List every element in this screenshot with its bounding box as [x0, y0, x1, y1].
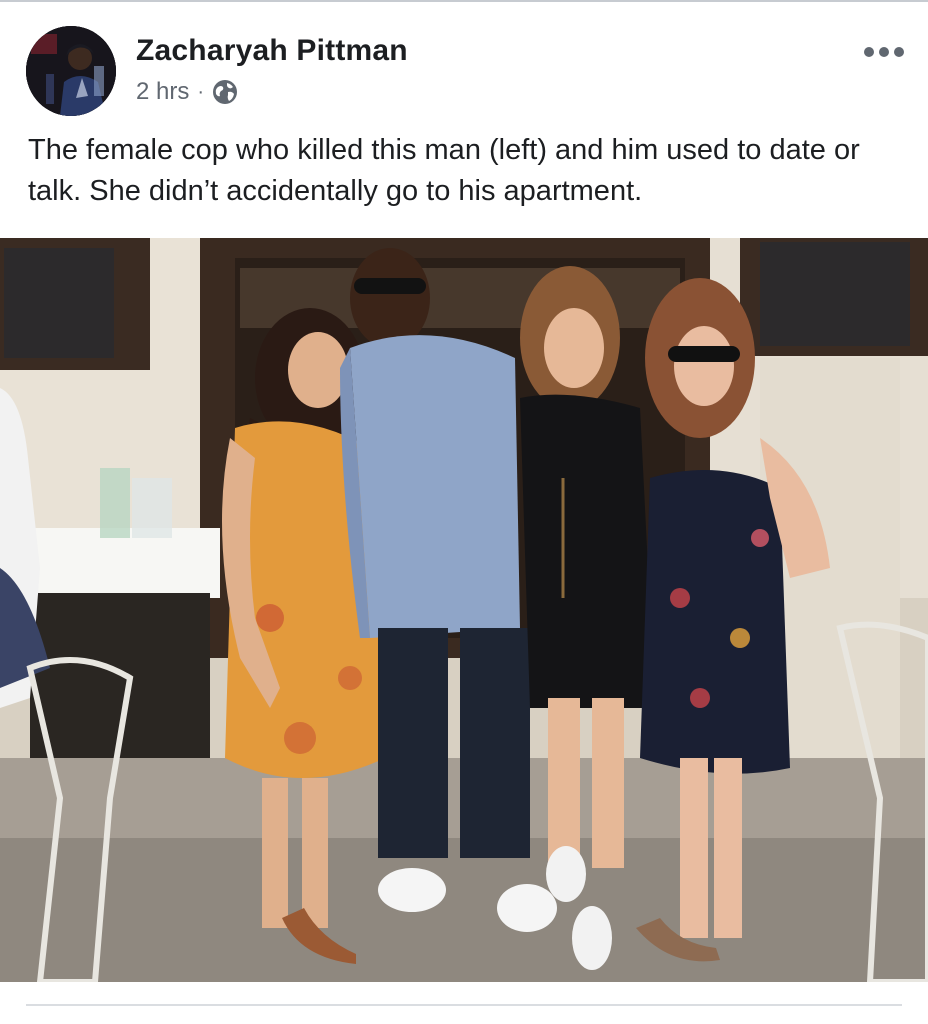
- more-dot: [894, 47, 904, 57]
- post-meta: 2 hrs ·: [136, 76, 238, 108]
- author-name[interactable]: Zacharyah Pittman: [136, 34, 408, 68]
- post-time[interactable]: 2 hrs: [136, 78, 189, 106]
- more-dots-icon: [864, 47, 874, 57]
- post-text: The female cop who killed this man (left…: [28, 134, 860, 207]
- more-dot: [879, 47, 889, 57]
- avatar[interactable]: [26, 26, 116, 116]
- more-options-button[interactable]: [864, 42, 904, 62]
- facebook-post: Zacharyah Pittman 2 hrs · The female cop…: [0, 0, 928, 1024]
- bottom-divider: [26, 1004, 902, 1006]
- meta-separator: ·: [197, 80, 205, 103]
- post-header: Zacharyah Pittman 2 hrs ·: [26, 24, 906, 116]
- photo-image: [0, 238, 928, 982]
- avatar-image: [26, 26, 116, 116]
- top-border: [0, 0, 928, 2]
- globe-icon: [213, 80, 238, 104]
- post-photo[interactable]: [0, 238, 928, 982]
